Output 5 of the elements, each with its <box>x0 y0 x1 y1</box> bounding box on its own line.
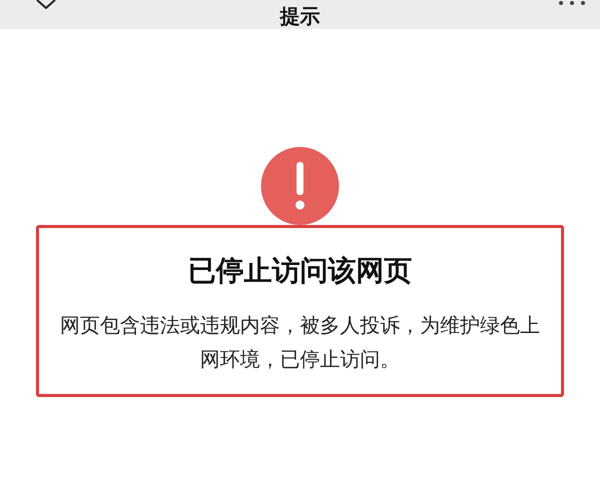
warning-icon <box>261 147 339 225</box>
more-icon[interactable] <box>558 1 586 5</box>
page-title: 提示 <box>280 6 320 26</box>
notice-title: 已停止访问该网页 <box>187 253 413 289</box>
notice-message: 网页包含违法或违规内容，被多人投诉，为维护绿色上网环境，已停止访问。 <box>59 312 541 373</box>
